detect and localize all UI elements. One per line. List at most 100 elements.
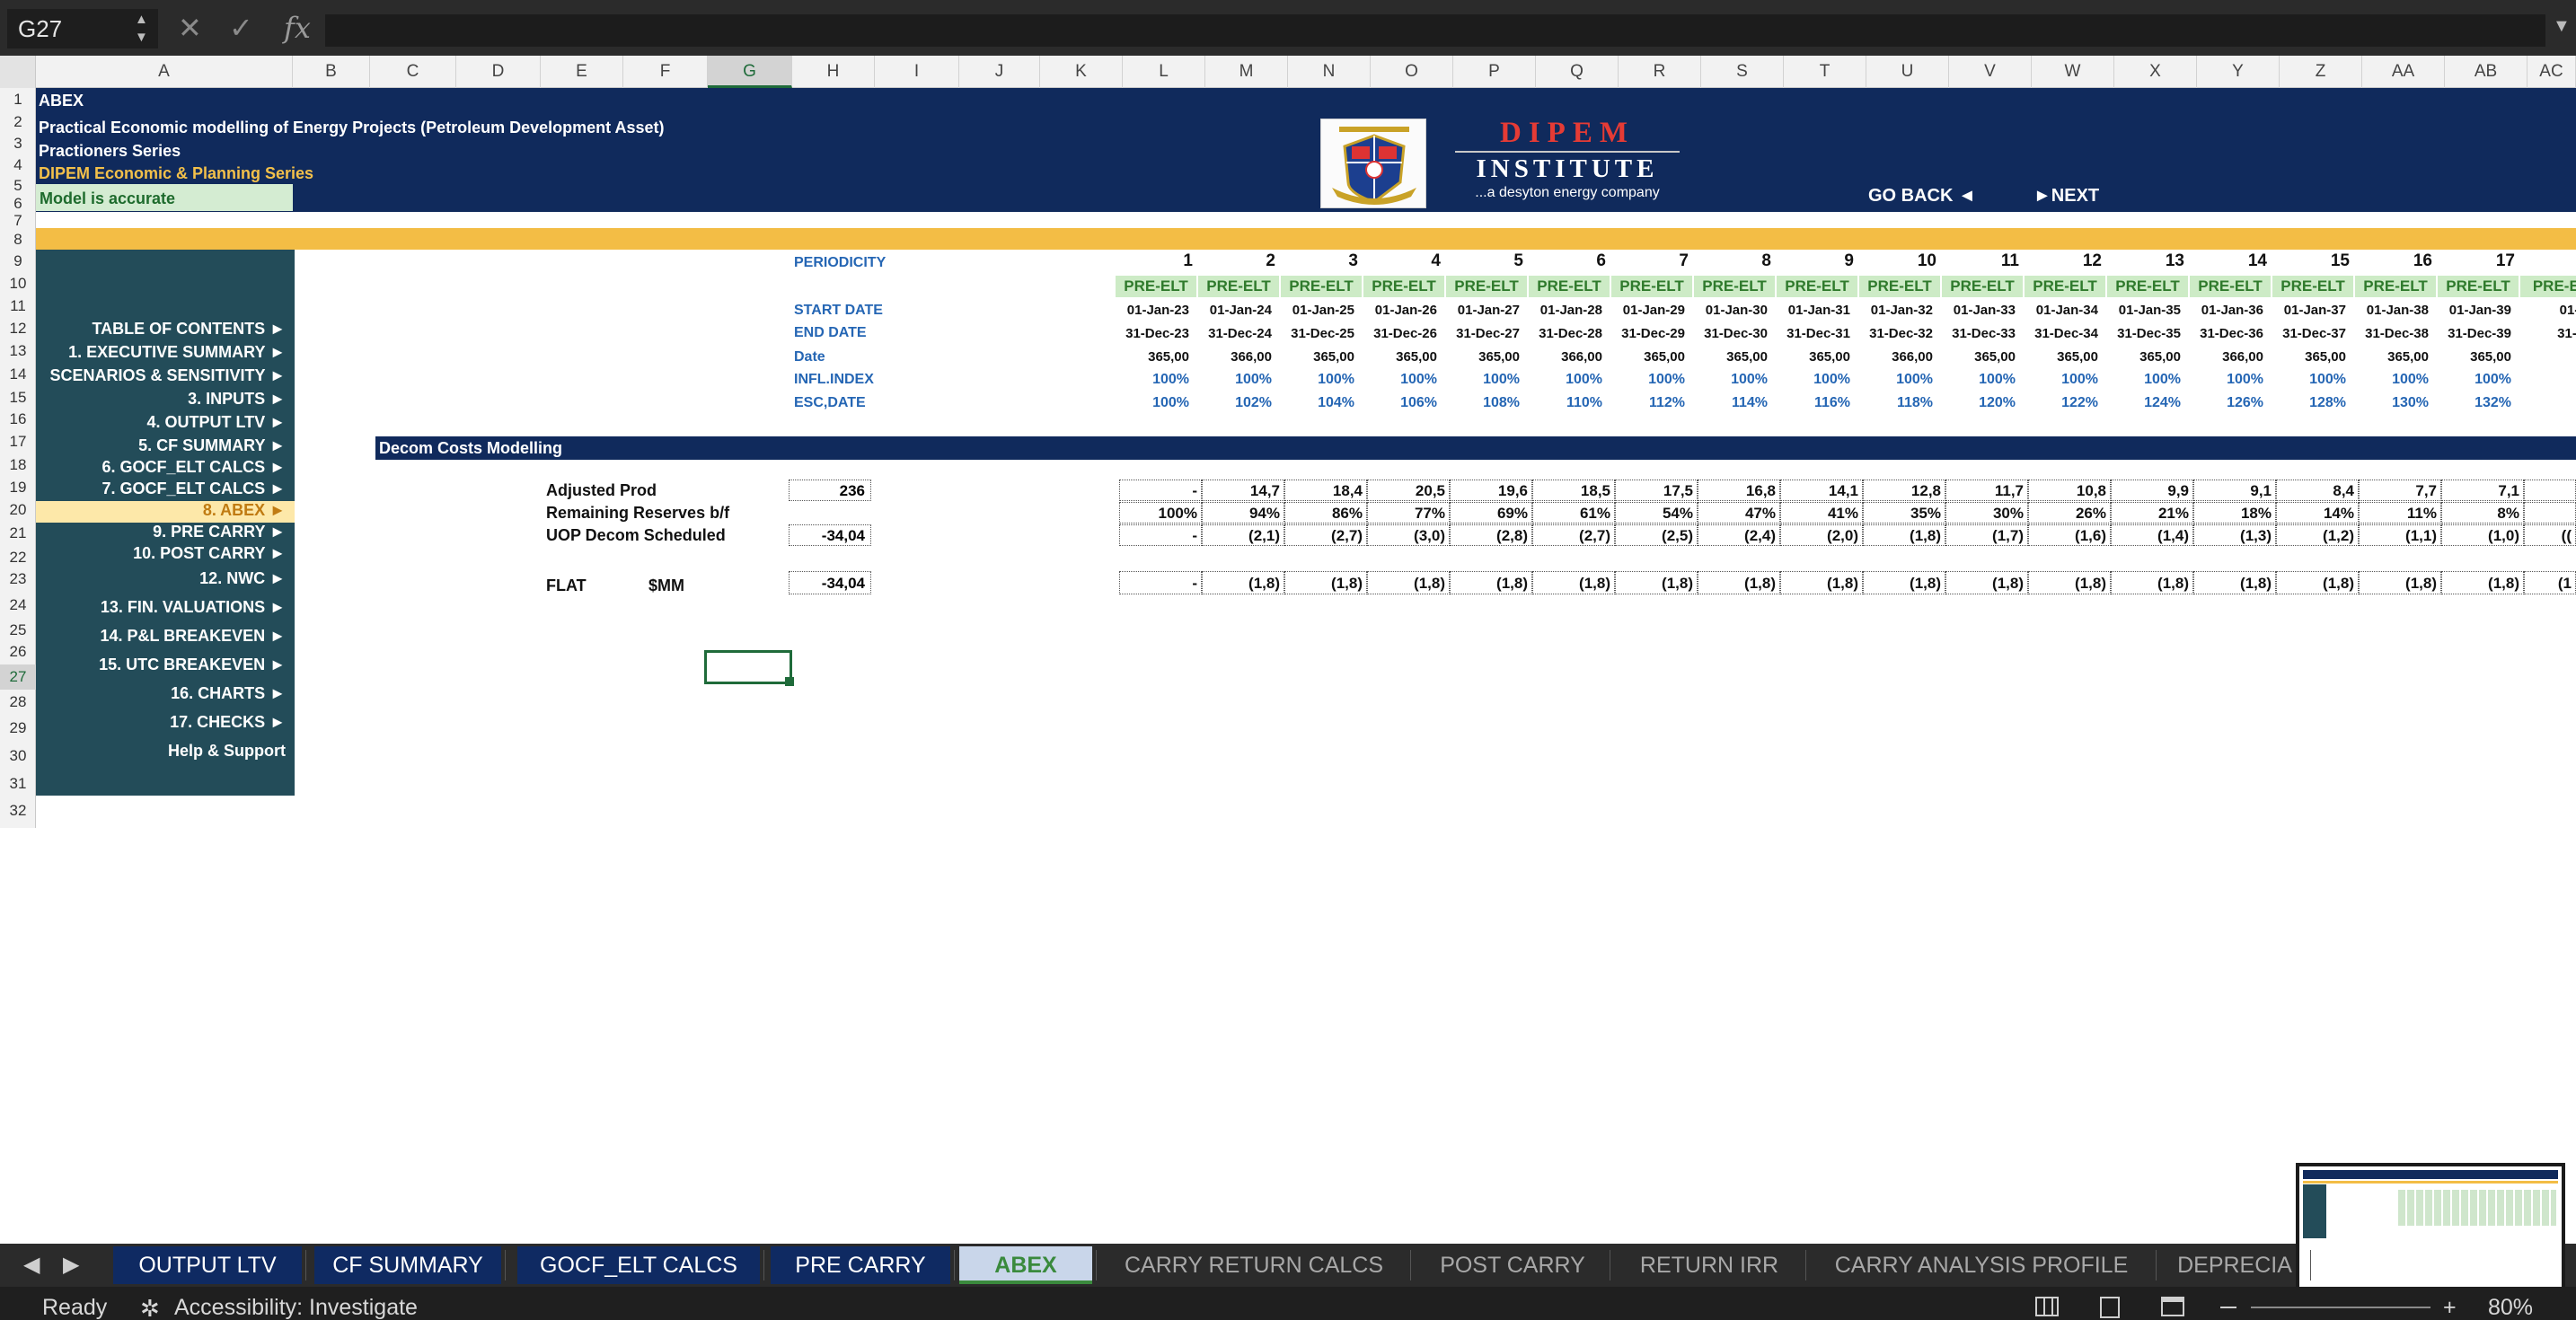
- col-header-p[interactable]: P: [1453, 56, 1536, 88]
- nav-item-8[interactable]: 7. GOCF_ELT CALCS ►: [36, 480, 287, 498]
- col-header-z[interactable]: Z: [2280, 56, 2362, 88]
- col-header-a[interactable]: A: [36, 56, 293, 88]
- cancel-icon[interactable]: ✕: [178, 11, 202, 45]
- uop-decom-total[interactable]: -34,04: [789, 524, 871, 546]
- adjusted-prod-cell[interactable]: 7,1: [2441, 480, 2524, 501]
- col-header-j[interactable]: J: [959, 56, 1040, 88]
- row-header-22[interactable]: 22: [0, 546, 36, 569]
- flat-cell[interactable]: (1,8): [2028, 571, 2111, 594]
- zoom-in-icon[interactable]: +: [2443, 1295, 2457, 1320]
- col-header-e[interactable]: E: [541, 56, 623, 88]
- adjusted-prod-cell[interactable]: 7,7: [2359, 480, 2441, 501]
- col-header-i[interactable]: I: [875, 56, 959, 88]
- uop-decom-cell[interactable]: (3,0): [1367, 524, 1450, 546]
- flat-cell[interactable]: (1,8): [1450, 571, 1532, 594]
- col-header-r[interactable]: R: [1619, 56, 1701, 88]
- tab-scroll-right-icon[interactable]: ▶: [63, 1252, 79, 1278]
- col-header-ab[interactable]: AB: [2445, 56, 2527, 88]
- sheet-tab-post-carry[interactable]: POST CARRY: [1419, 1246, 1606, 1284]
- selected-cell-g27[interactable]: [704, 650, 792, 684]
- next-button[interactable]: ►NEXT: [2033, 186, 2099, 207]
- name-box-stepper-icon[interactable]: ▲ ▼: [135, 11, 148, 47]
- row-header-27[interactable]: 27: [0, 664, 36, 690]
- sheet-tab-carry-analysis-profile[interactable]: CARRY ANALYSIS PROFILE: [1811, 1246, 2152, 1284]
- row-header-20[interactable]: 20: [0, 499, 36, 521]
- adjusted-prod-cell[interactable]: 9,9: [2111, 480, 2193, 501]
- flat-cell[interactable]: (1,8): [1863, 571, 1945, 594]
- sheet-tab-output-ltv[interactable]: OUTPUT LTV: [113, 1246, 302, 1284]
- row-header-11[interactable]: 11: [0, 295, 36, 318]
- adjusted-prod-cell[interactable]: 11,7: [1945, 480, 2028, 501]
- nav-item-3[interactable]: SCENARIOS & SENSITIVITY ►: [36, 366, 286, 385]
- uop-decom-cell[interactable]: (1,0): [2441, 524, 2524, 546]
- flat-cell[interactable]: (1,8): [1945, 571, 2028, 594]
- uop-decom-cell[interactable]: ((: [2524, 524, 2576, 546]
- row-header-15[interactable]: 15: [0, 386, 36, 409]
- col-header-u[interactable]: U: [1866, 56, 1949, 88]
- adjusted-prod-cell[interactable]: 18,4: [1284, 480, 1367, 501]
- adjusted-prod-cell[interactable]: 18,5: [1532, 480, 1615, 501]
- nav-item-7[interactable]: 6. GOCF_ELT CALCS ►: [36, 458, 287, 477]
- row-header-32[interactable]: 32: [0, 797, 36, 824]
- flat-total[interactable]: -34,04: [789, 571, 871, 594]
- row-header-28[interactable]: 28: [0, 690, 36, 715]
- zoom-out-icon[interactable]: [2220, 1307, 2236, 1308]
- uop-decom-cell[interactable]: (2,5): [1615, 524, 1698, 546]
- nav-item-14[interactable]: 14. P&L BREAKEVEN ►: [36, 627, 286, 646]
- nav-item-10[interactable]: 9. PRE CARRY ►: [36, 523, 286, 541]
- col-header-q[interactable]: Q: [1536, 56, 1619, 88]
- col-header-d[interactable]: D: [456, 56, 541, 88]
- sheet-tab-deprecia[interactable]: DEPRECIA: [2163, 1246, 2307, 1284]
- remaining-reserves-cell[interactable]: 86%: [1284, 502, 1367, 524]
- uop-decom-cell[interactable]: (2,8): [1450, 524, 1532, 546]
- adjusted-prod-cell[interactable]: 14,1: [1780, 480, 1863, 501]
- nav-item-18[interactable]: Help & Support: [36, 742, 286, 761]
- col-header-l[interactable]: L: [1123, 56, 1205, 88]
- uop-decom-cell[interactable]: (2,7): [1284, 524, 1367, 546]
- uop-decom-cell[interactable]: (1,6): [2028, 524, 2111, 546]
- flat-cell[interactable]: (1,8): [2193, 571, 2276, 594]
- row-header-3[interactable]: 3: [0, 133, 36, 154]
- accessibility-icon[interactable]: ✲: [140, 1295, 160, 1320]
- remaining-reserves-cell[interactable]: 35%: [1863, 502, 1945, 524]
- flat-cell[interactable]: (1: [2524, 571, 2576, 594]
- remaining-reserves-cell[interactable]: 100%: [1119, 502, 1202, 524]
- remaining-reserves-cell[interactable]: 18%: [2193, 502, 2276, 524]
- formula-expand-icon[interactable]: ▼: [2553, 16, 2571, 37]
- sheet-tab-cf-summary[interactable]: CF SUMMARY: [314, 1246, 501, 1284]
- col-header-v[interactable]: V: [1949, 56, 2032, 88]
- row-header-5[interactable]: 5: [0, 176, 36, 196]
- flat-cell[interactable]: (1,8): [2111, 571, 2193, 594]
- adjusted-prod-cell[interactable]: [2524, 480, 2576, 501]
- row-header-6[interactable]: 6: [0, 196, 36, 212]
- nav-item-15[interactable]: 15. UTC BREAKEVEN ►: [36, 656, 286, 674]
- tab-scroll-left-icon[interactable]: ◀: [23, 1252, 40, 1278]
- col-header-o[interactable]: O: [1371, 56, 1453, 88]
- uop-decom-cell[interactable]: (1,4): [2111, 524, 2193, 546]
- confirm-icon[interactable]: ✓: [229, 11, 253, 45]
- adjusted-prod-cell[interactable]: 10,8: [2028, 480, 2111, 501]
- row-header-17[interactable]: 17: [0, 429, 36, 454]
- uop-decom-cell[interactable]: (2,4): [1698, 524, 1780, 546]
- adjusted-prod-cell[interactable]: 20,5: [1367, 480, 1450, 501]
- col-header-h[interactable]: H: [792, 56, 875, 88]
- accessibility-status[interactable]: Accessibility: Investigate: [174, 1295, 418, 1320]
- nav-item-11[interactable]: 10. POST CARRY ►: [36, 544, 286, 563]
- col-header-m[interactable]: M: [1205, 56, 1288, 88]
- uop-decom-cell[interactable]: (2,1): [1202, 524, 1284, 546]
- page-layout-icon[interactable]: [2100, 1297, 2120, 1318]
- col-header-n[interactable]: N: [1288, 56, 1371, 88]
- uop-decom-cell[interactable]: (2,0): [1780, 524, 1863, 546]
- flat-cell[interactable]: (1,8): [1284, 571, 1367, 594]
- adjusted-prod-cell[interactable]: 16,8: [1698, 480, 1780, 501]
- remaining-reserves-cell[interactable]: 14%: [2276, 502, 2359, 524]
- flat-cell[interactable]: (1,8): [1780, 571, 1863, 594]
- flat-cell[interactable]: (1,8): [2276, 571, 2359, 594]
- nav-item-9[interactable]: 8. ABEX ►: [36, 501, 286, 520]
- row-header-1[interactable]: 1: [0, 88, 36, 111]
- col-header-aa[interactable]: AA: [2362, 56, 2445, 88]
- row-header-10[interactable]: 10: [0, 273, 36, 295]
- row-header-8[interactable]: 8: [0, 230, 36, 250]
- nav-item-13[interactable]: 13. FIN. VALUATIONS ►: [36, 598, 286, 617]
- remaining-reserves-cell[interactable]: 8%: [2441, 502, 2524, 524]
